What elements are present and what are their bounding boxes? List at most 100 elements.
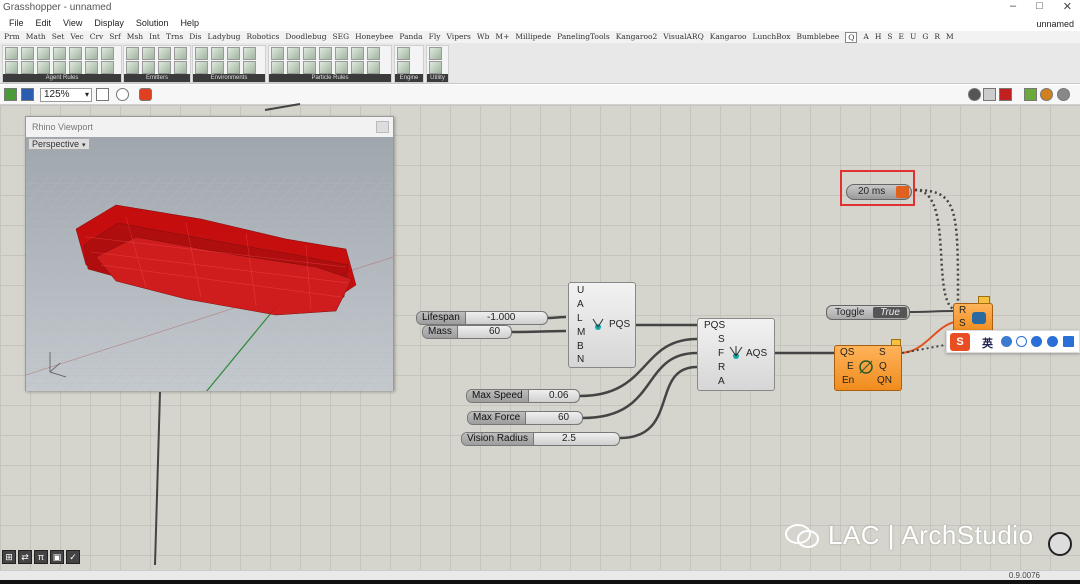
tab-fly[interactable]: Fly xyxy=(429,32,441,43)
max-force-slider[interactable]: Max Force 60 xyxy=(467,411,583,425)
engine-output-s[interactable]: S xyxy=(879,347,886,358)
component-icon[interactable] xyxy=(158,47,171,60)
emoji-icon[interactable] xyxy=(1016,336,1027,347)
ime-logo[interactable]: S xyxy=(950,333,970,351)
pqs-output[interactable]: PQS xyxy=(609,319,630,330)
tab-srf[interactable]: Srf xyxy=(109,32,121,43)
tab-millipede[interactable]: Millipede xyxy=(515,32,551,43)
tab-wb[interactable]: Wb xyxy=(477,32,490,43)
component-icon[interactable] xyxy=(319,47,332,60)
timer-component[interactable]: 20 ms xyxy=(840,170,915,206)
aqs-input-s[interactable]: S xyxy=(718,334,725,345)
component-icon[interactable] xyxy=(85,47,98,60)
component-icon[interactable] xyxy=(5,47,18,60)
tab-set[interactable]: Set xyxy=(52,32,65,43)
panel-icon[interactable]: ▣ xyxy=(50,550,64,564)
component-icon[interactable] xyxy=(351,61,364,74)
tab-q[interactable]: Q xyxy=(845,32,858,43)
output-input-s[interactable]: S xyxy=(959,318,966,329)
component-icon[interactable] xyxy=(142,61,155,74)
component-icon[interactable] xyxy=(287,61,300,74)
tab-panelingtools[interactable]: PanelingTools xyxy=(557,32,610,43)
pqs-input-b[interactable]: B xyxy=(577,341,584,352)
component-icon[interactable] xyxy=(303,61,316,74)
pqs-input-l[interactable]: L xyxy=(577,313,583,324)
boolean-toggle[interactable]: Toggle True xyxy=(826,305,910,320)
component-icon[interactable] xyxy=(271,47,284,60)
zoom-extents-icon[interactable] xyxy=(96,88,109,101)
check-icon[interactable]: ✓ xyxy=(66,550,80,564)
tab-e[interactable]: E xyxy=(899,32,904,43)
tab-dis[interactable]: Dis xyxy=(189,32,201,43)
minimize-button[interactable]: – xyxy=(1010,0,1016,13)
engine-output-qn[interactable]: QN xyxy=(877,375,892,386)
component-icon[interactable] xyxy=(211,61,224,74)
menu-item-edit[interactable]: Edit xyxy=(36,18,52,28)
engine-input-en[interactable]: En xyxy=(842,375,854,386)
tab-kangaroo2[interactable]: Kangaroo2 xyxy=(616,32,658,43)
preview-eye-icon[interactable] xyxy=(116,88,129,101)
component-icon[interactable] xyxy=(37,47,50,60)
wire-icon[interactable]: ⇄ xyxy=(18,550,32,564)
component-icon[interactable] xyxy=(142,47,155,60)
tab-lunchbox[interactable]: LunchBox xyxy=(753,32,791,43)
component-icon[interactable] xyxy=(174,61,187,74)
component-icon[interactable] xyxy=(335,47,348,60)
mass-slider[interactable]: Mass 60 xyxy=(422,325,512,339)
component-icon[interactable] xyxy=(303,47,316,60)
output-input-r[interactable]: R xyxy=(959,305,966,316)
tab-vec[interactable]: Vec xyxy=(70,32,83,43)
save-file-icon[interactable] xyxy=(21,88,34,101)
pqs-input-n[interactable]: N xyxy=(577,354,584,365)
tab-math[interactable]: Math xyxy=(26,32,46,43)
document-preview-icon[interactable] xyxy=(1057,88,1070,101)
component-icon[interactable] xyxy=(21,47,34,60)
tab-trns[interactable]: Trns xyxy=(166,32,183,43)
component-icon[interactable] xyxy=(37,61,50,74)
tab-crv[interactable]: Crv xyxy=(90,32,104,43)
component-icon[interactable] xyxy=(243,61,256,74)
component-icon[interactable] xyxy=(319,61,332,74)
aqs-input-pqs[interactable]: PQS xyxy=(704,320,725,331)
component-icon[interactable] xyxy=(101,47,114,60)
aqs-input-r[interactable]: R xyxy=(718,362,725,373)
engine-input-qs[interactable]: QS xyxy=(840,347,854,358)
component-icon[interactable] xyxy=(243,47,256,60)
tab-s[interactable]: S xyxy=(887,32,892,43)
component-icon[interactable] xyxy=(5,61,18,74)
component-icon[interactable] xyxy=(397,47,410,60)
component-icon[interactable] xyxy=(21,61,34,74)
grid-icon[interactable]: ⊞ xyxy=(2,550,16,564)
grid-menu-icon[interactable] xyxy=(1063,336,1074,347)
tab-r[interactable]: R xyxy=(934,32,940,43)
component-icon[interactable] xyxy=(85,61,98,74)
tab-u[interactable]: U xyxy=(910,32,916,43)
viewport-maximize-button[interactable] xyxy=(376,121,389,133)
tab-prm[interactable]: Prm xyxy=(4,32,20,43)
menu-item-solution[interactable]: Solution xyxy=(136,18,169,28)
aqs-input-a[interactable]: A xyxy=(718,376,725,387)
pen-icon[interactable] xyxy=(1031,336,1042,347)
component-icon[interactable] xyxy=(287,47,300,60)
tab-msh[interactable]: Msh xyxy=(127,32,143,43)
tab-vipers[interactable]: Vipers xyxy=(447,32,471,43)
component-icon[interactable] xyxy=(351,47,364,60)
shaded-preview-icon[interactable] xyxy=(999,88,1012,101)
tab-doodlebug[interactable]: Doodlebug xyxy=(285,32,326,43)
lifespan-slider[interactable]: Lifespan -1.000 xyxy=(416,311,548,325)
component-icon[interactable] xyxy=(227,61,240,74)
component-icon[interactable] xyxy=(335,61,348,74)
sketch-pen-icon[interactable] xyxy=(139,88,152,101)
component-icon[interactable] xyxy=(126,61,139,74)
component-icon[interactable] xyxy=(227,47,240,60)
close-button[interactable]: ✕ xyxy=(1063,0,1072,13)
tab-a[interactable]: A xyxy=(863,32,868,43)
menu-item-view[interactable]: View xyxy=(63,18,82,28)
component-icon[interactable] xyxy=(101,61,114,74)
max-speed-slider[interactable]: Max Speed 0.06 xyxy=(466,389,580,403)
tab-m[interactable]: M+ xyxy=(495,32,509,43)
open-file-icon[interactable] xyxy=(4,88,17,101)
component-icon[interactable] xyxy=(53,47,66,60)
tab-kangaroo[interactable]: Kangaroo xyxy=(710,32,747,43)
tab-panda[interactable]: Panda xyxy=(399,32,422,43)
